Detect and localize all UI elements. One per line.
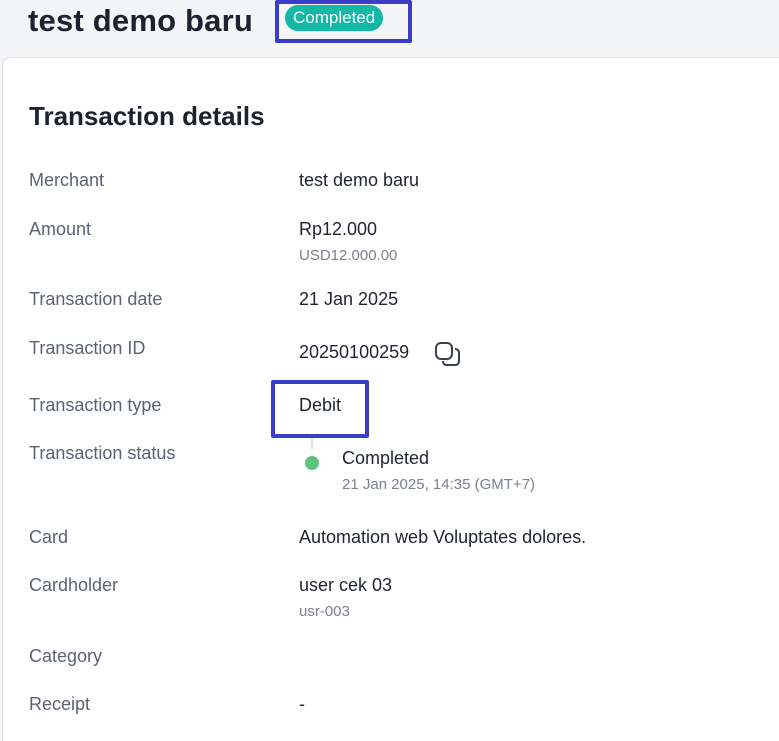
cardholder-label: Cardholder — [29, 575, 119, 595]
amount-value: Rp12.000 — [299, 219, 378, 239]
page-title: test demo baru — [28, 3, 254, 38]
merchant-label: Merchant — [29, 170, 105, 190]
transaction-date-value: 21 Jan 2025 — [299, 289, 399, 309]
card-value: Automation web Voluptates dolores. — [299, 527, 587, 547]
category-label: Category — [29, 646, 103, 666]
cardholder-value: user cek 03 — [299, 575, 393, 595]
amount-usd-value: USD12.000.00 — [299, 247, 398, 264]
timeline-line — [311, 438, 313, 450]
merchant-value: test demo baru — [299, 170, 420, 190]
section-title: Transaction details — [29, 101, 265, 131]
receipt-label: Receipt — [29, 694, 91, 714]
status-badge: Completed — [285, 5, 384, 31]
page-header: test demo baru Completed — [0, 0, 779, 50]
transaction-id-value: 20250100259 — [299, 342, 410, 362]
receipt-value: - — [299, 694, 305, 714]
copy-icon[interactable] — [434, 341, 462, 367]
status-dot-icon — [305, 456, 319, 470]
card-label: Card — [29, 527, 69, 547]
transaction-type-label: Transaction type — [29, 395, 162, 415]
transaction-status-value: Completed — [342, 448, 430, 468]
transaction-status-timestamp: 21 Jan 2025, 14:35 (GMT+7) — [342, 476, 536, 493]
amount-label: Amount — [29, 219, 92, 239]
transaction-status-label: Transaction status — [29, 443, 176, 463]
cardholder-id: usr-003 — [299, 603, 350, 620]
transaction-id-label: Transaction ID — [29, 338, 146, 358]
transaction-date-label: Transaction date — [29, 289, 163, 309]
debit-highlight-box — [271, 380, 369, 438]
